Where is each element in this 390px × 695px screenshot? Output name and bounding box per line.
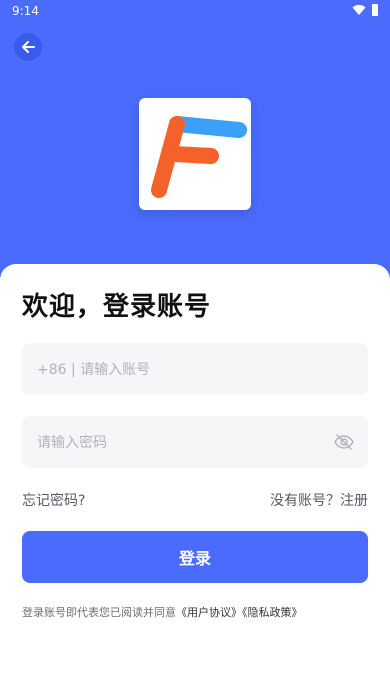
eye-off-icon[interactable]: [334, 433, 354, 451]
register-link[interactable]: 没有账号？注册: [270, 490, 368, 510]
phone-input[interactable]: [35, 343, 329, 397]
app-logo: [139, 98, 251, 210]
password-input[interactable]: [35, 416, 329, 470]
status-time: 9:14: [12, 4, 39, 18]
login-button[interactable]: 登录: [22, 531, 368, 583]
arrow-left-icon: [22, 41, 35, 53]
welcome-title: 欢迎，登录账号: [22, 292, 212, 322]
wifi-icon: [352, 4, 366, 15]
status-icons: [352, 4, 378, 16]
f-logo-icon: [151, 116, 247, 198]
back-button[interactable]: [14, 33, 42, 61]
user-agreement-link[interactable]: 《用户协议》: [176, 606, 242, 619]
battery-icon: [372, 4, 378, 16]
agreement-text: 登录账号即代表您已阅读并同意《用户协议》《隐私政策》: [22, 604, 303, 620]
phone-field[interactable]: [22, 343, 368, 397]
privacy-policy-link[interactable]: 《隐私政策》: [242, 606, 303, 619]
login-card: [0, 264, 390, 695]
forgot-password-link[interactable]: 忘记密码?: [22, 490, 85, 510]
password-field[interactable]: [22, 416, 368, 470]
status-bar: 9:14: [0, 0, 390, 24]
agreement-prefix: 登录账号即代表您已阅读并同意: [22, 606, 176, 619]
